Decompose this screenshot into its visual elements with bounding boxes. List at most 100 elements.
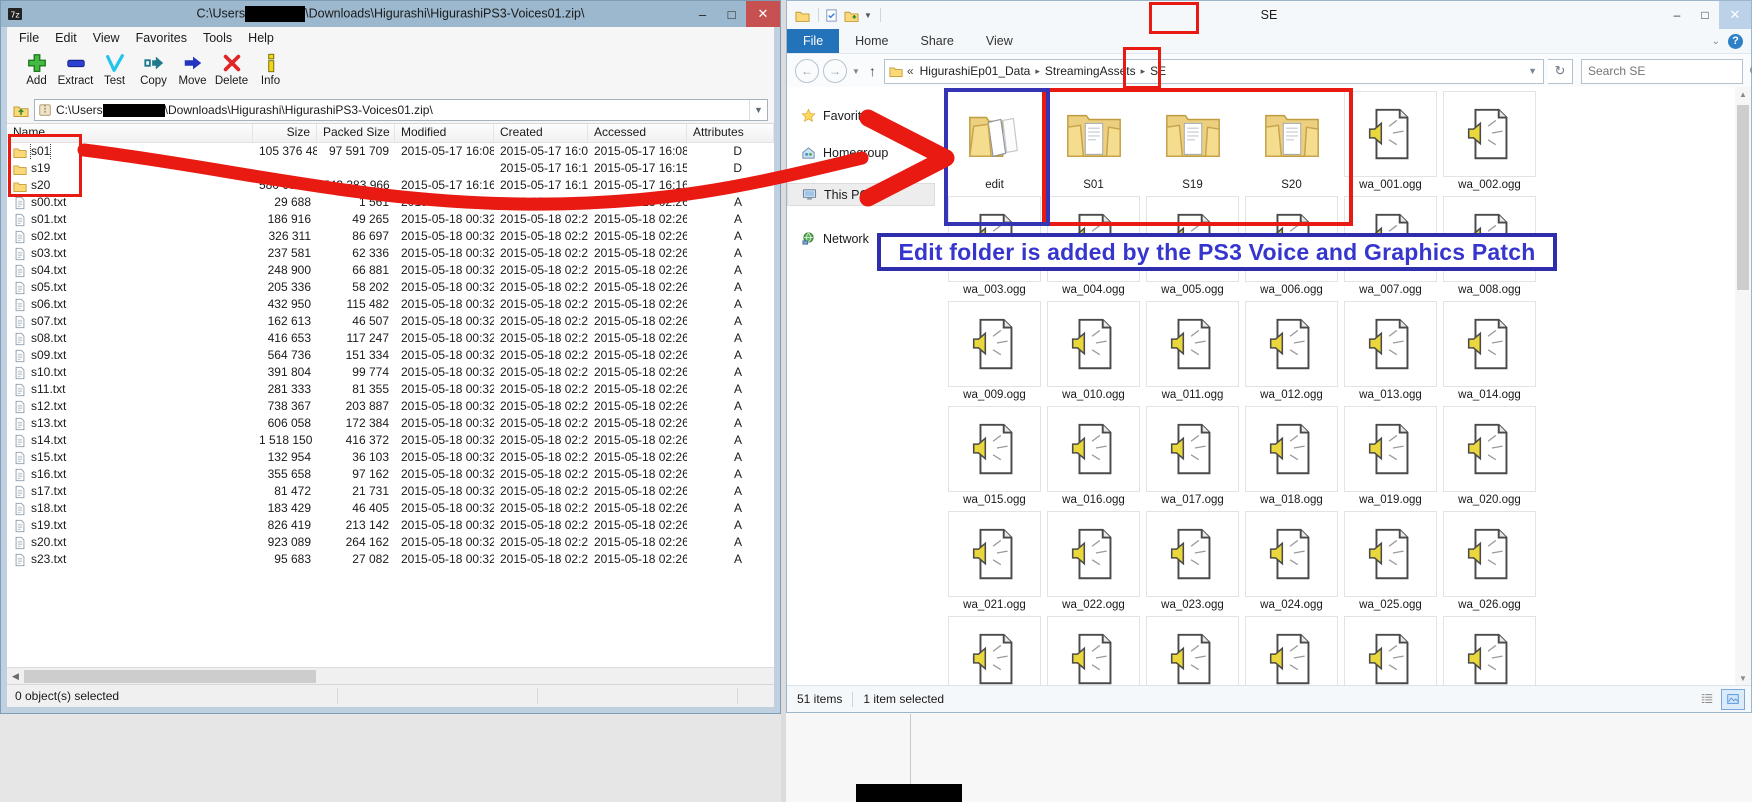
file-item[interactable]: wa_024.ogg (1242, 511, 1341, 616)
table-row[interactable]: s03.txt237 58162 3362015-05-18 00:322015… (7, 245, 774, 262)
file-item[interactable] (1341, 616, 1440, 686)
menu-file[interactable]: File (11, 29, 47, 47)
column-header-created[interactable]: Created (494, 124, 588, 142)
file-item[interactable]: wa_018.ogg (1242, 406, 1341, 511)
file-item[interactable]: wa_006.ogg (1242, 196, 1341, 301)
file-item[interactable]: wa_026.ogg (1440, 511, 1539, 616)
file-item[interactable]: wa_017.ogg (1143, 406, 1242, 511)
properties-icon[interactable] (824, 8, 839, 23)
table-row[interactable]: s19.txt826 419213 1422015-05-18 00:32201… (7, 517, 774, 534)
scroll-down-arrow-icon[interactable]: ▼ (1735, 674, 1751, 683)
scroll-left-arrow-icon[interactable]: ◀ (7, 671, 24, 682)
file-item[interactable]: wa_014.ogg (1440, 301, 1539, 406)
table-row[interactable]: s10.txt391 80499 7742015-05-18 00:322015… (7, 364, 774, 381)
table-row[interactable]: s12.txt738 367203 8872015-05-18 00:32201… (7, 398, 774, 415)
table-row[interactable]: s09.txt564 736151 3342015-05-18 00:32201… (7, 347, 774, 364)
details-view-button[interactable] (1695, 689, 1719, 710)
column-header-accessed[interactable]: Accessed (588, 124, 687, 142)
search-input[interactable] (1582, 64, 1749, 78)
folder-item-S01[interactable]: S01 (1044, 91, 1143, 196)
copy-button[interactable]: Copy (134, 51, 173, 88)
file-item[interactable]: wa_002.ogg (1440, 91, 1539, 196)
table-row[interactable]: s18.txt183 42946 4052015-05-18 00:322015… (7, 500, 774, 517)
folder-item-S19[interactable]: S19 (1143, 91, 1242, 196)
ribbon-collapse-icon[interactable]: ⌄ (1712, 36, 1720, 47)
column-header-packed-size[interactable]: Packed Size (317, 124, 395, 142)
sidebar-item-network[interactable]: Network (787, 228, 935, 249)
sidebar-item-homegroup[interactable]: Homegroup (787, 142, 935, 163)
menu-view[interactable]: View (85, 29, 128, 47)
column-header-size[interactable]: Size (253, 124, 317, 142)
maximize-button[interactable]: □ (1691, 1, 1719, 29)
root-folder-icon[interactable] (13, 102, 29, 118)
test-button[interactable]: Test (95, 51, 134, 88)
move-button[interactable]: Move (173, 51, 212, 88)
table-row[interactable]: s23.txt95 68327 0822015-05-18 00:322015-… (7, 551, 774, 568)
file-item[interactable]: wa_011.ogg (1143, 301, 1242, 406)
minimize-button[interactable]: – (1663, 1, 1691, 29)
table-row[interactable]: s20580 093 725543 383 9662015-05-17 16:1… (7, 177, 774, 194)
back-button[interactable]: ← (795, 59, 819, 83)
file-item[interactable]: wa_015.ogg (945, 406, 1044, 511)
file-item[interactable] (1143, 616, 1242, 686)
table-row[interactable]: s06.txt432 950115 4822015-05-18 00:32201… (7, 296, 774, 313)
file-item[interactable]: wa_016.ogg (1044, 406, 1143, 511)
column-header-name[interactable]: Name (7, 124, 253, 142)
maximize-button[interactable]: □ (717, 1, 746, 27)
file-item[interactable]: wa_012.ogg (1242, 301, 1341, 406)
close-button[interactable]: ✕ (1719, 1, 1751, 29)
horizontal-scrollbar[interactable]: ◀ (7, 667, 774, 685)
breadcrumb-item[interactable]: StreamingAssets (1045, 64, 1136, 78)
table-row[interactable]: s14.txt1 518 150416 3722015-05-18 00:322… (7, 432, 774, 449)
sidebar-item-thispc[interactable]: This PC (787, 183, 935, 206)
column-header-modified[interactable]: Modified (395, 124, 494, 142)
folder-icon[interactable] (795, 8, 810, 23)
thumbnail-view-button[interactable] (1721, 689, 1745, 710)
file-item[interactable]: wa_023.ogg (1143, 511, 1242, 616)
address-dropdown-icon[interactable]: ▼ (1522, 66, 1543, 76)
info-button[interactable]: Info (251, 51, 290, 88)
tab-file[interactable]: File (787, 29, 839, 53)
column-header-attributes[interactable]: Attributes (687, 124, 774, 142)
table-row[interactable]: s02.txt326 31186 6972015-05-18 00:322015… (7, 228, 774, 245)
table-row[interactable]: s01105 376 48197 591 7092015-05-17 16:08… (7, 143, 774, 160)
sidebar-item-favorites[interactable]: Favorites (787, 105, 935, 126)
file-item[interactable]: wa_021.ogg (945, 511, 1044, 616)
menu-favorites[interactable]: Favorites (128, 29, 195, 47)
table-row[interactable]: s08.txt416 653117 2472015-05-18 00:32201… (7, 330, 774, 347)
help-icon[interactable]: ? (1728, 34, 1743, 49)
tab-home[interactable]: Home (839, 29, 904, 53)
table-row[interactable]: s17.txt81 47221 7312015-05-18 00:322015-… (7, 483, 774, 500)
file-item[interactable]: wa_020.ogg (1440, 406, 1539, 511)
file-item[interactable]: wa_007.ogg (1341, 196, 1440, 301)
breadcrumb-item[interactable]: HigurashiEp01_Data (920, 64, 1031, 78)
file-item[interactable]: wa_025.ogg (1341, 511, 1440, 616)
tab-share[interactable]: Share (905, 29, 970, 53)
up-button[interactable]: ↑ (869, 63, 876, 79)
file-item[interactable] (1440, 616, 1539, 686)
menu-edit[interactable]: Edit (47, 29, 85, 47)
forward-button[interactable]: → (823, 59, 847, 83)
file-item[interactable]: wa_008.ogg (1440, 196, 1539, 301)
file-item[interactable] (1044, 616, 1143, 686)
address-dropdown-button[interactable]: ▼ (749, 100, 767, 120)
delete-button[interactable]: Delete (212, 51, 251, 88)
minimize-button[interactable]: – (688, 1, 717, 27)
table-row[interactable]: s01.txt186 91649 2652015-05-18 00:322015… (7, 211, 774, 228)
file-item[interactable] (1242, 616, 1341, 686)
table-row[interactable]: s20.txt923 089264 1622015-05-18 00:32201… (7, 534, 774, 551)
new-folder-icon[interactable] (844, 8, 859, 23)
horizontal-scrollbar-thumb[interactable] (24, 670, 316, 683)
table-row[interactable]: s07.txt162 61346 5072015-05-18 00:322015… (7, 313, 774, 330)
table-row[interactable]: s13.txt606 058172 3842015-05-18 00:32201… (7, 415, 774, 432)
file-item[interactable]: wa_004.ogg (1044, 196, 1143, 301)
table-row[interactable]: s00.txt29 6881 5612015-05-17 18:152015-0… (7, 194, 774, 211)
menu-tools[interactable]: Tools (195, 29, 240, 47)
table-row[interactable]: s15.txt132 95436 1032015-05-18 00:322015… (7, 449, 774, 466)
table-row[interactable]: s05.txt205 33658 2022015-05-18 00:322015… (7, 279, 774, 296)
vertical-scrollbar[interactable]: ▲ ▼ (1735, 87, 1751, 686)
folder-item-edit[interactable]: edit (945, 91, 1044, 196)
close-button[interactable]: ✕ (746, 1, 780, 27)
recent-locations-icon[interactable]: ▼ (852, 67, 860, 76)
file-item[interactable]: wa_022.ogg (1044, 511, 1143, 616)
